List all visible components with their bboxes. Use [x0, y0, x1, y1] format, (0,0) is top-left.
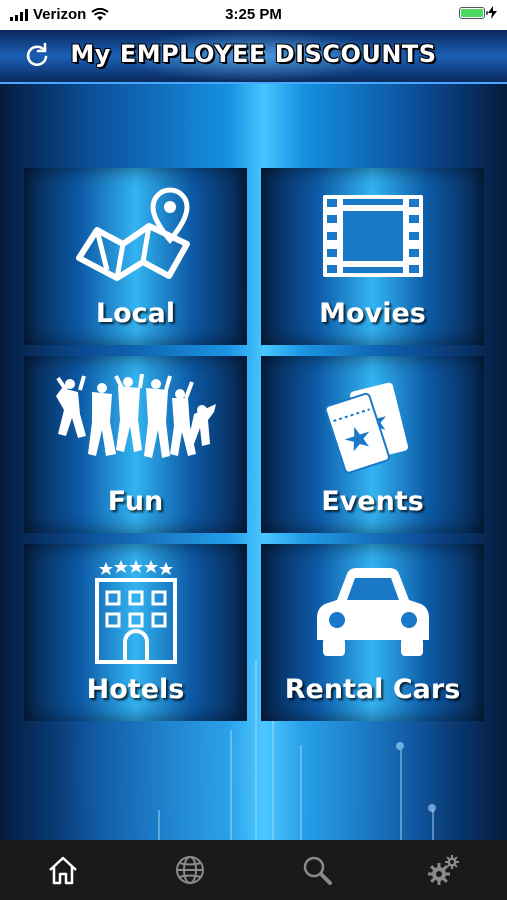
battery-group [459, 6, 497, 19]
search-icon [303, 856, 332, 885]
app-title-main: EMPLOYEE DISCOUNTS [119, 40, 437, 68]
tile-movies[interactable]: Movies [261, 168, 484, 345]
status-time: 3:25 PM [225, 6, 282, 23]
tile-hotels-label: Hotels [86, 674, 185, 705]
globe-icon [176, 856, 205, 884]
tile-fun[interactable]: Fun [24, 356, 247, 533]
map-pin-icon [24, 186, 247, 286]
tile-rental-cars[interactable]: Rental Cars [261, 544, 484, 721]
hotel-icon [24, 560, 247, 664]
tab-home[interactable] [0, 840, 127, 900]
decor-line [158, 810, 160, 840]
gear-icon [427, 855, 459, 885]
decor-line [255, 660, 257, 840]
main-grid-area: Local Movies Fun Events Hotels Rental Ca… [0, 84, 507, 840]
tile-rental-cars-label: Rental Cars [284, 674, 461, 705]
decor-line [230, 730, 232, 840]
app-header: My EMPLOYEE DISCOUNTS [0, 30, 507, 84]
decor-dot [428, 804, 436, 812]
status-bar: Verizon 3:25 PM [0, 0, 507, 30]
tile-local[interactable]: Local [24, 168, 247, 345]
home-icon [49, 856, 78, 885]
car-icon [261, 562, 484, 662]
film-strip-icon [261, 186, 484, 286]
tile-local-label: Local [95, 298, 176, 329]
tab-search[interactable] [254, 840, 381, 900]
tab-web[interactable] [127, 840, 254, 900]
tile-events-label: Events [321, 486, 424, 517]
decor-dot [396, 742, 404, 750]
decor-line [272, 700, 274, 840]
app-title-prefix: My [70, 40, 111, 68]
people-jumping-icon [24, 374, 247, 474]
tickets-icon [261, 374, 484, 474]
charging-icon [488, 6, 497, 19]
tile-movies-label: Movies [319, 298, 426, 329]
app-title: My EMPLOYEE DISCOUNTS [0, 40, 507, 68]
decor-line [432, 810, 434, 840]
tab-settings[interactable] [380, 840, 507, 900]
battery-icon [459, 6, 488, 19]
tile-hotels[interactable]: Hotels [24, 544, 247, 721]
tile-fun-label: Fun [107, 486, 164, 517]
decor-line [300, 745, 302, 840]
tab-bar [0, 840, 507, 900]
tile-events[interactable]: Events [261, 356, 484, 533]
decor-line [400, 750, 402, 840]
